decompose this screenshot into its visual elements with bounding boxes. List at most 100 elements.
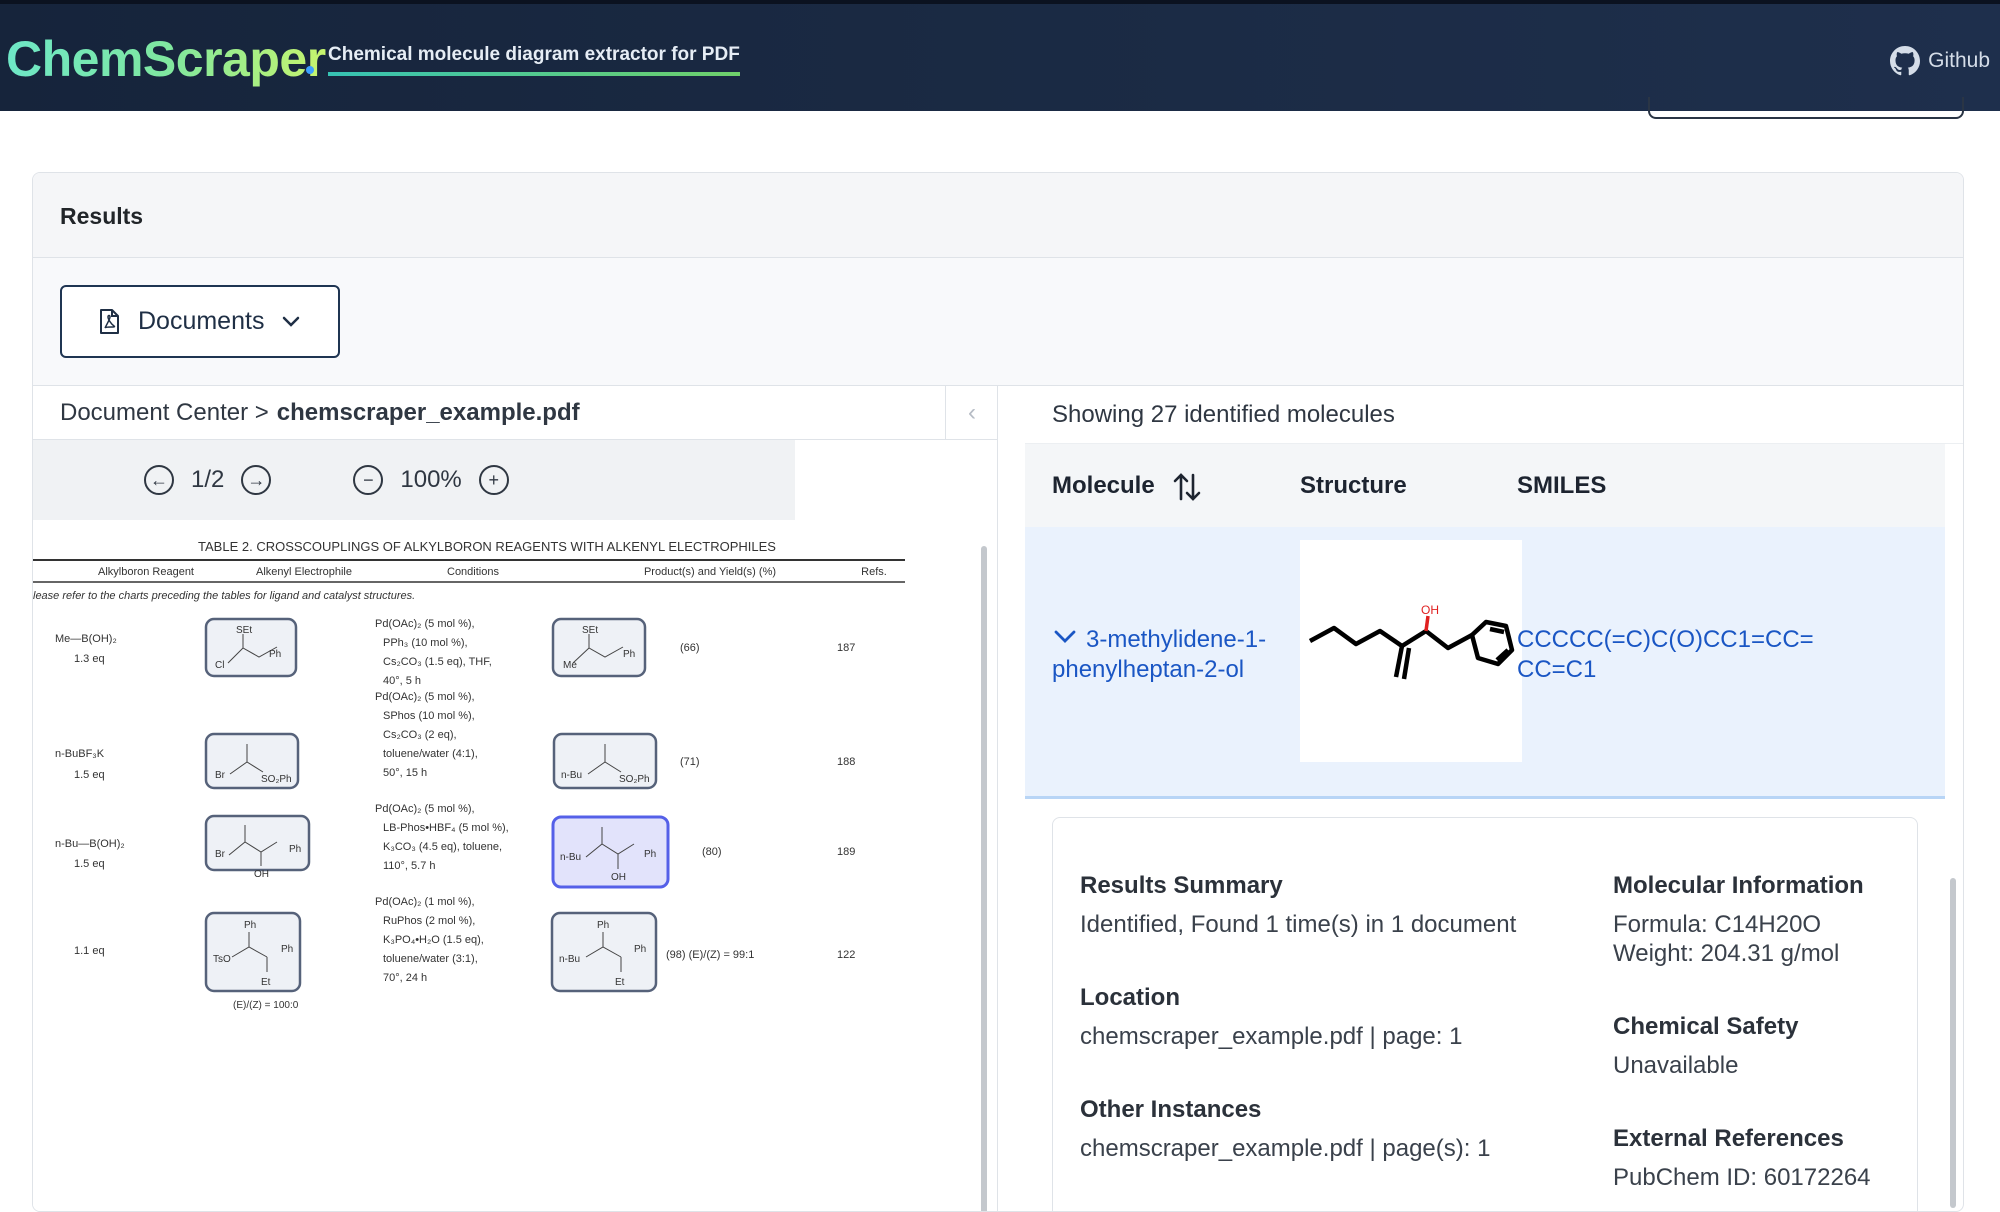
svg-text:Me: Me	[563, 660, 577, 671]
pdf-col-header: Alkylboron Reagent	[98, 566, 194, 578]
svg-text:TsO: TsO	[213, 954, 231, 965]
zoom-in-button[interactable]: +	[478, 465, 509, 495]
external-references-label: External References	[1613, 1125, 1844, 1152]
breadcrumb: Document Center > chemscraper_example.pd…	[33, 386, 997, 440]
pdf-col-header: Alkenyl Electrophile	[256, 566, 352, 578]
location-value[interactable]: chemscraper_example.pdf | page: 1	[1080, 1022, 1462, 1052]
molecule-structure-image: OH	[1300, 540, 1522, 762]
pdf-ref: 122	[837, 949, 855, 961]
scrolled-button-edge	[1648, 97, 1964, 119]
svg-text:Cl: Cl	[215, 660, 224, 671]
pubchem-id-link[interactable]: PubChem ID: 60172264	[1613, 1163, 1871, 1193]
pdf-ref: 187	[837, 642, 855, 654]
pdf-ref: 188	[837, 756, 855, 768]
pdf-yield: (98) (E)/(Z) = 99:1	[666, 949, 754, 961]
svg-text:Ph: Ph	[244, 920, 256, 931]
svg-text:SO₂Ph: SO₂Ph	[261, 774, 292, 785]
pdf-scrollbar[interactable]	[981, 546, 987, 1211]
pdf-condition: PPh₃ (10 mol %),	[383, 637, 468, 649]
pdf-condition: 40°, 5 h	[383, 675, 421, 687]
results-card: Results Documents Document Center > chem…	[32, 172, 1964, 1212]
top-navbar: ChemScraper Chemical molecule diagram ex…	[0, 0, 2000, 111]
svg-text:Ph: Ph	[289, 844, 301, 855]
other-instances-label: Other Instances	[1080, 1096, 1262, 1123]
svg-text:n-Bu: n-Bu	[559, 954, 580, 965]
pdf-eq: 1.1 eq	[74, 945, 105, 957]
formula-value: Formula: C14H20O	[1613, 911, 1822, 938]
app-logo[interactable]: ChemScraper	[6, 30, 326, 88]
molecule-smiles[interactable]: CCCCC(=C)C(O)CC1=CC=CC=C1	[1517, 625, 1817, 685]
pdf-condition: toluene/water (4:1),	[383, 748, 478, 760]
pdf-condition: Pd(OAc)₂ (5 mol %),	[375, 618, 475, 630]
svg-text:OH: OH	[254, 869, 269, 880]
pdf-eq: 1.3 eq	[74, 653, 105, 665]
pdf-condition: Pd(OAc)₂ (1 mol %),	[375, 896, 475, 908]
pdf-condition: Pd(OAc)₂ (5 mol %),	[375, 691, 475, 703]
chemical-safety-label: Chemical Safety	[1613, 1013, 1799, 1040]
next-page-button[interactable]: →	[241, 465, 272, 495]
sort-icon[interactable]	[1172, 471, 1202, 503]
svg-text:SEt: SEt	[582, 625, 598, 636]
molecule-table-header: Molecule Structure SMILES	[1025, 444, 1945, 527]
github-link[interactable]: Github	[1890, 46, 1990, 76]
svg-text:n-Bu: n-Bu	[560, 852, 581, 863]
pdf-yield: (71)	[680, 756, 700, 768]
pdf-reagent: n-BuBF₃K	[55, 748, 105, 760]
pdf-col-header: Product(s) and Yield(s) (%)	[644, 566, 776, 578]
pdf-yield: (66)	[680, 642, 700, 654]
pdf-condition: K₃CO₃ (4.5 eq), toluene,	[383, 841, 502, 853]
pdf-file-icon	[100, 308, 119, 334]
svg-text:Br: Br	[215, 849, 226, 860]
svg-text:SEt: SEt	[236, 625, 252, 636]
chevron-down-icon	[283, 316, 300, 327]
svg-text:Br: Br	[215, 770, 226, 781]
pdf-condition: 70°, 24 h	[383, 972, 427, 984]
documents-dropdown-button[interactable]: Documents	[60, 285, 340, 358]
molecule-row-selected[interactable]: 3-methylidene-1-phenylheptan-2-ol OH CCC…	[1025, 527, 1945, 799]
pdf-eq: 1.5 eq	[74, 858, 105, 870]
pdf-condition: Cs₂CO₃ (1.5 eq), THF,	[383, 656, 492, 668]
results-summary-value: Identified, Found 1 time(s) in 1 documen…	[1080, 911, 1517, 938]
pdf-controls: ← 1/2 → − 100% +	[33, 440, 795, 520]
svg-text:n-Bu: n-Bu	[561, 770, 582, 781]
svg-text:Et: Et	[615, 977, 625, 988]
pdf-condition: Cs₂CO₃ (2 eq),	[383, 729, 457, 741]
details-scrollbar[interactable]	[1950, 878, 1956, 1208]
svg-text:OH: OH	[611, 872, 626, 883]
breadcrumb-root[interactable]: Document Center >	[60, 399, 269, 427]
pdf-footnote: (E)/(Z) = 100:0	[233, 1000, 299, 1011]
column-header-molecule[interactable]: Molecule	[1052, 472, 1155, 500]
chemical-safety-value: Unavailable	[1613, 1052, 1739, 1079]
document-viewer-pane: Document Center > chemscraper_example.pd…	[33, 386, 998, 1211]
location-label: Location	[1080, 984, 1180, 1011]
molecule-count-text: Showing 27 identified molecules	[1025, 386, 1963, 444]
svg-text:SO₂Ph: SO₂Ph	[619, 774, 650, 785]
svg-text:Ph: Ph	[269, 649, 281, 660]
column-header-smiles: SMILES	[1517, 472, 1607, 499]
breadcrumb-file: chemscraper_example.pdf	[276, 398, 580, 426]
prev-page-button[interactable]: ←	[144, 465, 174, 495]
page-indicator: 1/2	[191, 466, 225, 493]
pdf-page-render[interactable]: TABLE 2. CROSSCOUPLINGS OF ALKYLBORON RE…	[33, 520, 973, 1211]
pdf-col-header: Conditions	[447, 566, 499, 578]
pdf-reagent: Me—B(OH)₂	[55, 633, 117, 645]
app-tagline: Chemical molecule diagram extractor for …	[328, 44, 740, 76]
pdf-table-note: lease refer to the charts preceding the …	[33, 590, 415, 602]
pdf-reagent: n-Bu—B(OH)₂	[55, 838, 125, 850]
oh-atom-label: OH	[1421, 603, 1439, 617]
svg-text:Ph: Ph	[597, 920, 609, 931]
column-header-structure: Structure	[1300, 472, 1407, 499]
svg-text:Ph: Ph	[623, 649, 635, 660]
molecule-details-panel: Results Summary Identified, Found 1 time…	[1052, 817, 1918, 1211]
github-icon	[1890, 46, 1921, 76]
pdf-ref: 189	[837, 846, 855, 858]
zoom-out-button[interactable]: −	[353, 465, 384, 495]
collapse-pane-button[interactable]: ‹	[945, 386, 998, 440]
chevron-left-icon: ‹	[968, 399, 976, 426]
documents-label: Documents	[138, 307, 265, 335]
github-label: Github	[1928, 49, 1990, 72]
other-instances-value[interactable]: chemscraper_example.pdf | page(s): 1	[1080, 1134, 1490, 1164]
svg-text:Ph: Ph	[281, 944, 293, 955]
molecule-name[interactable]: 3-methylidene-1-phenylheptan-2-ol	[1052, 625, 1312, 685]
pdf-condition: Pd(OAc)₂ (5 mol %),	[375, 803, 475, 815]
